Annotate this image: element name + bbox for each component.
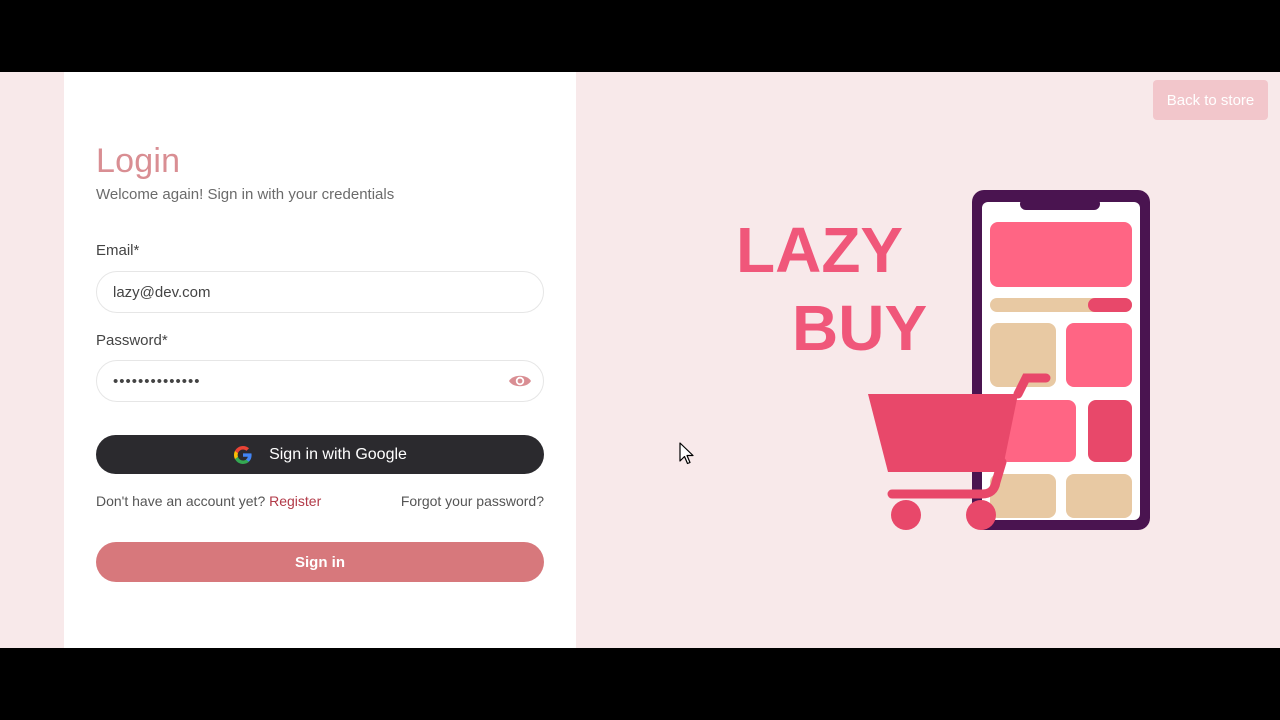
back-to-store-label: Back to store: [1166, 91, 1255, 109]
login-page: Login Welcome again! Sign in with your c…: [0, 72, 1280, 648]
google-icon: [233, 445, 253, 465]
email-field[interactable]: [113, 272, 493, 312]
back-to-store-button[interactable]: Back to store: [1153, 80, 1268, 120]
screen-bar-accent: [1088, 298, 1132, 312]
google-button-label: Sign in with Google: [269, 445, 407, 463]
password-field-wrapper: [96, 360, 544, 402]
no-account-text: Don't have an account yet?: [96, 493, 266, 509]
letterbox-top: [0, 0, 1280, 72]
email-field-wrapper: [96, 271, 544, 313]
left-gutter: [0, 72, 64, 648]
signin-button-label: Sign in: [295, 553, 345, 571]
page-title: Login: [96, 142, 181, 180]
register-link[interactable]: Register: [269, 493, 321, 509]
login-panel: Login Welcome again! Sign in with your c…: [64, 72, 576, 648]
password-label: Password*: [96, 332, 168, 349]
signin-button[interactable]: Sign in: [96, 542, 544, 582]
phone-notch: [1020, 198, 1100, 210]
lazy-buy-illustration: LAZY BUY: [736, 190, 1150, 530]
password-field[interactable]: [113, 361, 493, 401]
eye-icon[interactable]: [507, 371, 533, 391]
screen-tile-b: [1066, 323, 1132, 387]
page-subtitle: Welcome again! Sign in with your credent…: [96, 186, 395, 203]
screen-banner: [990, 222, 1132, 287]
letterbox-bottom: [0, 648, 1280, 720]
cursor-icon: [679, 442, 695, 466]
cart-basket: [868, 394, 1018, 472]
brand-line-2: BUY: [792, 292, 927, 364]
google-signin-button[interactable]: Sign in with Google: [96, 435, 544, 474]
cart-wheel-right: [966, 500, 996, 530]
forgot-password-link[interactable]: Forgot your password?: [401, 493, 544, 509]
screen-tile-f: [1066, 474, 1132, 518]
brand-line-1: LAZY: [736, 214, 903, 286]
register-prompt: Don't have an account yet? Register: [96, 493, 321, 509]
screen-tile-d: [1088, 400, 1132, 462]
cart-wheel-left: [891, 500, 921, 530]
email-label: Email*: [96, 242, 140, 259]
